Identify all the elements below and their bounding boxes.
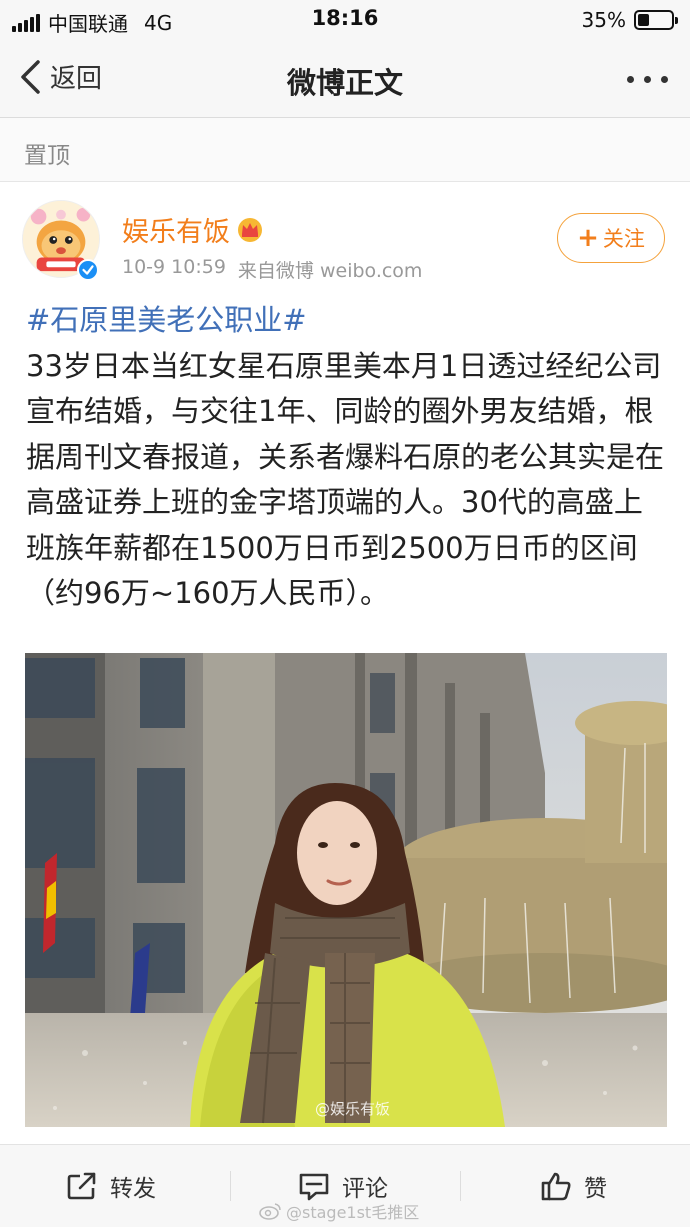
image-watermark: @娱乐有饭: [315, 1100, 391, 1118]
bottom-watermark-label: @stage1st毛推区: [286, 1203, 420, 1222]
more-button[interactable]: [627, 76, 668, 83]
post-meta: 10-9 10:59 来自微博 weibo.com: [122, 256, 422, 283]
more-dot-icon: [627, 76, 634, 83]
more-dot-icon: [644, 76, 651, 83]
status-right: 35%: [581, 8, 678, 32]
nav-bar: 返回 微博正文: [0, 40, 690, 118]
check-icon: [82, 265, 94, 275]
comment-icon: [299, 1173, 329, 1201]
follow-button[interactable]: + 关注: [557, 213, 665, 263]
pinned-bar: 置顶: [0, 118, 690, 182]
post-source: 来自微博 weibo.com: [237, 260, 423, 282]
bottom-watermark: @stage1st毛推区: [258, 1199, 419, 1223]
like-button[interactable]: 赞: [540, 1169, 607, 1203]
verified-badge-icon: [77, 259, 99, 281]
repost-button[interactable]: 转发: [66, 1169, 156, 1203]
crown-icon: [238, 217, 262, 242]
comment-button[interactable]: 评论: [298, 1169, 388, 1203]
battery-fill: [638, 14, 650, 26]
comment-label: 评论: [342, 1176, 388, 1202]
back-button[interactable]: 返回: [18, 58, 102, 95]
plus-icon: +: [577, 223, 599, 253]
chevron-left-icon: [21, 59, 40, 94]
post-text: 33岁日本当红女星石原里美本月1日透过经纪公司宣布结婚，与交往1年、同龄的圈外男…: [26, 348, 665, 611]
battery-icon: [634, 10, 678, 30]
repost-label: 转发: [110, 1176, 156, 1202]
status-bar: 中国联通 4G 18:16 35%: [0, 0, 690, 40]
thumbs-up-icon: [541, 1172, 571, 1201]
back-label: 返回: [50, 64, 103, 94]
divider: [460, 1171, 461, 1201]
page-title: 微博正文: [286, 66, 403, 100]
post-date: 10-9 10:59: [122, 256, 226, 278]
weibo-logo-icon: [259, 1203, 281, 1220]
author-name-label: 娱乐有饭: [122, 217, 230, 248]
follow-label: 关注: [602, 227, 645, 251]
post-photo[interactable]: @娱乐有饭: [25, 653, 667, 1127]
more-dot-icon: [661, 76, 668, 83]
author-name[interactable]: 娱乐有饭: [122, 210, 264, 249]
like-label: 赞: [584, 1176, 607, 1202]
pinned-label: 置顶: [24, 143, 70, 169]
post-body: #石原里美老公职业# 33岁日本当红女星石原里美本月1日透过经纪公司宣布结婚，与…: [26, 298, 666, 617]
repost-icon: [67, 1172, 96, 1200]
battery-percent: 35%: [581, 8, 626, 32]
divider: [230, 1171, 231, 1201]
photo-illustration: [25, 653, 667, 1127]
topic-link[interactable]: #石原里美老公职业#: [26, 298, 666, 344]
